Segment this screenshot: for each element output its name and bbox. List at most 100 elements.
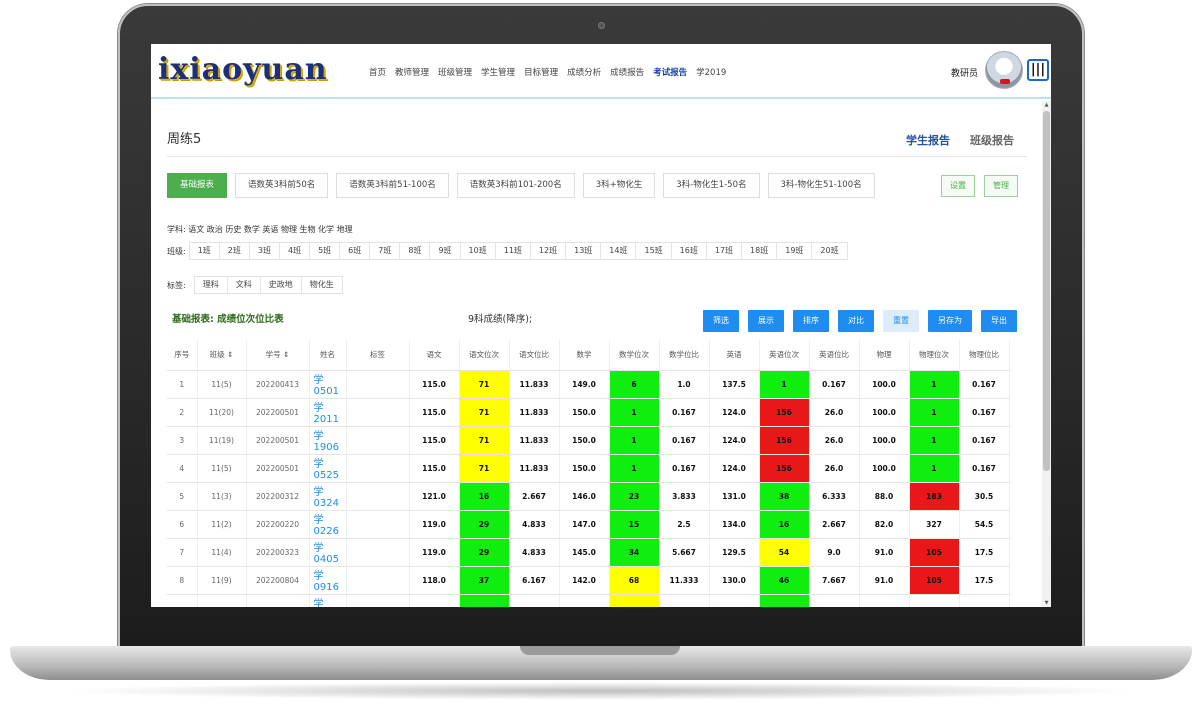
student-name-link[interactable]: 学0226: [309, 510, 347, 539]
class-filter-option[interactable]: 9班: [429, 242, 461, 260]
table-cell: 4: [167, 454, 198, 483]
table-cell: 100.0: [859, 426, 910, 455]
table-cell: [959, 594, 1010, 607]
class-filter-option[interactable]: 19班: [776, 242, 813, 260]
table-row[interactable]: 学0912: [167, 594, 1010, 607]
nav-item[interactable]: 成绩报告: [610, 66, 644, 78]
class-filter-option[interactable]: 17班: [705, 242, 743, 260]
sort-button[interactable]: 排序: [793, 310, 829, 332]
vertical-scrollbar[interactable]: ▲ ▼: [1042, 101, 1051, 607]
column-header: 数学位次: [609, 340, 660, 371]
table-row[interactable]: 6 11(2) 202200220 学0226 119.0 29 4.833 147.0 15 2…: [167, 510, 1010, 539]
student-name-link[interactable]: 学2011: [309, 398, 347, 427]
scroll-up-icon[interactable]: ▲: [1043, 101, 1050, 109]
nav-item[interactable]: 首页: [369, 66, 386, 78]
table-row[interactable]: 7 11(4) 202200323 学0405 119.0 29 4.833 145.0 34 5…: [167, 538, 1010, 567]
table-cell: 115.0: [409, 398, 460, 427]
table-cell: 16: [459, 482, 510, 511]
save-as-button[interactable]: 另存为: [928, 310, 972, 332]
student-name-link[interactable]: 学0501: [309, 370, 347, 399]
nav-item[interactable]: 成绩分析: [567, 66, 601, 78]
column-header: 物理位次: [909, 340, 960, 371]
class-filter-option[interactable]: 11班: [494, 242, 531, 260]
compare-button[interactable]: 对比: [838, 310, 874, 332]
nav-item[interactable]: 教师管理: [395, 66, 429, 78]
report-type-tab[interactable]: 3科+物化生: [582, 173, 656, 198]
tab-class-report[interactable]: 班级报告: [970, 132, 1014, 148]
class-filter-option[interactable]: 3班: [248, 242, 280, 260]
table-cell: 71: [459, 398, 510, 427]
class-filter-option[interactable]: 13班: [565, 242, 602, 260]
student-name-link[interactable]: 学0912: [309, 594, 347, 607]
class-filter-option[interactable]: 5班: [309, 242, 341, 260]
report-description: 9科成绩(降序);: [468, 314, 533, 325]
table-row[interactable]: 4 11(5) 202200501 学0525 115.0 71 11.833 150.0 1 0…: [167, 454, 1010, 483]
settings-button[interactable]: 设置: [941, 175, 975, 197]
subject-filter[interactable]: 学科: 语文 政治 历史 数学 英语 物理 生物 化学 地理: [167, 224, 353, 235]
logo[interactable]: ixiaoyuan: [158, 52, 328, 87]
report-type-tab[interactable]: 基础报表: [167, 173, 228, 198]
report-type-tab[interactable]: 语数英3科前51-100名: [336, 173, 449, 198]
manage-button[interactable]: 管理: [984, 175, 1018, 197]
tag-filter-option[interactable]: 文科: [226, 276, 261, 294]
reset-button[interactable]: 重置: [883, 310, 919, 332]
report-type-tab[interactable]: 语数英3科前101-200名: [456, 173, 575, 198]
nav-item[interactable]: 班级管理: [438, 66, 472, 78]
class-filter-option[interactable]: 6班: [339, 242, 371, 260]
tag-filter-label: 标签:: [167, 280, 186, 290]
table-row[interactable]: 3 11(19) 202200501 学1906 115.0 71 11.833 150.0 1…: [167, 426, 1010, 455]
export-button[interactable]: 导出: [981, 310, 1017, 332]
nav-item[interactable]: 学生管理: [481, 66, 515, 78]
class-filter-option[interactable]: 20班: [811, 242, 848, 260]
table-cell: 4.833: [509, 538, 560, 567]
student-name-link[interactable]: 学1906: [309, 426, 347, 455]
table-cell: [909, 594, 960, 607]
table-cell: 1: [909, 370, 960, 399]
class-filter-option[interactable]: 7班: [369, 242, 401, 260]
filter-button[interactable]: 筛选: [703, 310, 739, 332]
table-cell: 37: [459, 566, 510, 595]
column-header[interactable]: 班级 ⇕: [197, 340, 247, 371]
report-type-tab[interactable]: 3科-物化生51-100名: [767, 173, 875, 198]
table-row[interactable]: 8 11(9) 202200804 学0916 118.0 37 6.167 142.0 68 1…: [167, 566, 1010, 595]
table-cell: 88.0: [859, 482, 910, 511]
table-row[interactable]: 5 11(3) 202200312 学0324 121.0 16 2.667 146.0 23 3…: [167, 482, 1010, 511]
report-type-tab[interactable]: 语数英3科前50名: [235, 173, 329, 198]
table-cell: [346, 426, 410, 455]
class-filter-option[interactable]: 10班: [459, 242, 496, 260]
scroll-thumb[interactable]: [1043, 111, 1050, 471]
class-filter-option[interactable]: 2班: [218, 242, 250, 260]
tag-filter-option[interactable]: 史政地: [259, 276, 302, 294]
class-filter-option[interactable]: 4班: [278, 242, 311, 260]
table-cell: 11(3): [197, 482, 247, 511]
table-cell: 6.333: [809, 482, 860, 511]
table-row[interactable]: 2 11(20) 202200501 学2011 115.0 71 11.833 150.0 1…: [167, 398, 1010, 427]
nav-item[interactable]: 目标管理: [524, 66, 558, 78]
avatar[interactable]: [985, 51, 1023, 89]
student-name-link[interactable]: 学0324: [309, 482, 347, 511]
student-name-link[interactable]: 学0525: [309, 454, 347, 483]
nav-item[interactable]: 学2019: [696, 66, 726, 78]
user-role[interactable]: 教研员: [951, 66, 978, 79]
scroll-down-icon[interactable]: ▼: [1043, 599, 1050, 607]
tag-filter-option[interactable]: 理科: [193, 276, 228, 294]
student-name-link[interactable]: 学0916: [309, 566, 347, 595]
nav-item[interactable]: 考试报告: [653, 66, 687, 78]
table-row[interactable]: 1 11(5) 202200413 学0501 115.0 71 11.833 149.0 6 1…: [167, 370, 1010, 399]
class-filter-option[interactable]: 18班: [741, 242, 778, 260]
tag-filter-option[interactable]: 物化生: [300, 276, 343, 294]
column-header[interactable]: 学号 ⇕: [246, 340, 310, 371]
class-filter-option[interactable]: 14班: [600, 242, 637, 260]
display-button[interactable]: 展示: [748, 310, 784, 332]
table-cell: [759, 594, 810, 607]
student-name-link[interactable]: 学0405: [309, 538, 347, 567]
class-filter-option[interactable]: 16班: [670, 242, 707, 260]
menu-icon[interactable]: |||: [1027, 59, 1049, 81]
class-filter-option[interactable]: 12班: [529, 242, 567, 260]
class-filter-option[interactable]: 8班: [399, 242, 431, 260]
tab-student-report[interactable]: 学生报告: [906, 132, 950, 148]
class-filter-option[interactable]: 1班: [188, 242, 220, 260]
class-filter-option[interactable]: 15班: [635, 242, 672, 260]
table-cell: [346, 398, 410, 427]
report-type-tab[interactable]: 3科-物化生1-50名: [663, 173, 760, 198]
